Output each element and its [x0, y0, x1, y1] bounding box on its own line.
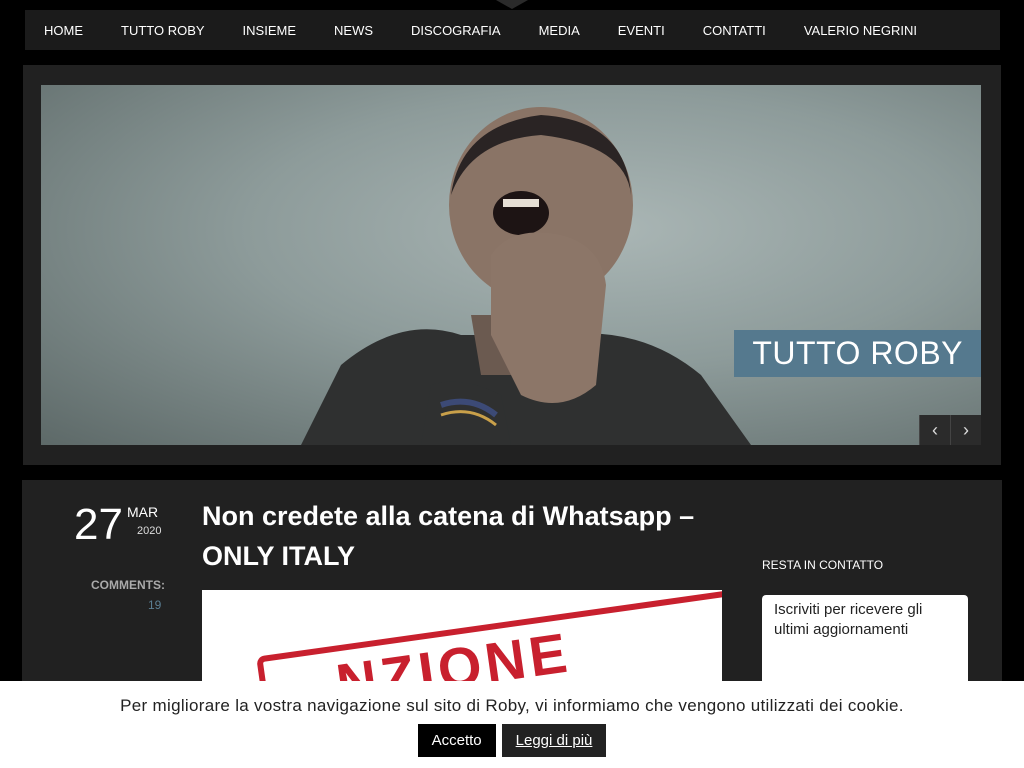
post-title[interactable]: Non credete alla catena di Whatsapp – ON… [202, 496, 732, 576]
slider-prev-icon[interactable]: ‹ [919, 415, 950, 445]
post-date-month: MAR [127, 504, 159, 520]
hero-slider: TUTTO ROBY ‹ › [23, 65, 1001, 465]
post-date-day: 27 [74, 500, 123, 549]
comments-label: COMMENTS: [91, 578, 165, 592]
singer-photo [301, 107, 751, 445]
main-nav: HOME TUTTO ROBY INSIEME NEWS DISCOGRAFIA… [25, 10, 1000, 50]
slider-next-icon[interactable]: › [950, 415, 981, 445]
nav-item-news[interactable]: NEWS [315, 23, 392, 38]
attention-stamp: NZIONE [256, 590, 722, 690]
cookie-banner: Per migliorare la vostra navigazione sul… [0, 681, 1024, 768]
post-date-year: 2020 [137, 525, 162, 537]
nav-item-discografia[interactable]: DISCOGRAFIA [392, 23, 520, 38]
cookie-more-link[interactable]: Leggi di più [501, 724, 607, 757]
nav-item-contatti[interactable]: CONTATTI [684, 23, 785, 38]
newsletter-box: Iscriviti per ricevere gli ultimi aggior… [762, 595, 968, 685]
comments-count-link[interactable]: 19 [148, 598, 161, 612]
slider-arrows: ‹ › [919, 415, 981, 445]
cookie-text: Per migliorare la vostra navigazione sul… [120, 696, 904, 715]
cookie-buttons: Accetto Leggi di più [0, 724, 1024, 757]
nav-item-insieme[interactable]: INSIEME [224, 23, 315, 38]
cookie-accept-button[interactable]: Accetto [417, 724, 496, 757]
post-image[interactable]: NZIONE [202, 590, 722, 690]
sidebar-title: RESTA IN CONTATTO [762, 558, 884, 572]
nav-item-media[interactable]: MEDIA [520, 23, 599, 38]
nav-item-home[interactable]: HOME [25, 23, 102, 38]
hero-slide-image[interactable]: TUTTO ROBY ‹ › [41, 85, 981, 445]
nav-notch [496, 0, 528, 9]
slide-caption[interactable]: TUTTO ROBY [734, 330, 981, 377]
nav-item-tutto-roby[interactable]: TUTTO ROBY [102, 23, 224, 38]
nav-item-eventi[interactable]: EVENTI [599, 23, 684, 38]
nav-item-valerio-negrini[interactable]: VALERIO NEGRINI [785, 23, 936, 38]
